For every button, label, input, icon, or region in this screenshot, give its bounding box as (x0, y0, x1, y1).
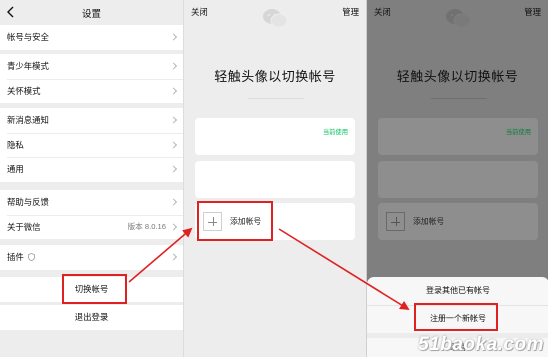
settings-item-privacy[interactable]: 隐私 (0, 132, 183, 158)
settings-item-care-mode[interactable]: 关怀模式 (0, 78, 183, 104)
highlight-register-new (414, 303, 498, 331)
close-button[interactable]: 关闭 (374, 6, 391, 18)
login-existing-account-option[interactable]: 登录其他已有帐号 (367, 277, 548, 305)
settings-group-account: 帐号与安全 (0, 25, 183, 50)
chevron-right-icon (169, 62, 178, 70)
settings-item-label: 青少年模式 (7, 61, 49, 72)
chevron-right-icon (169, 33, 178, 41)
highlight-add-account (197, 201, 273, 241)
settings-item-help-feedback[interactable]: 帮助与反馈 (0, 190, 183, 215)
chevron-right-icon (169, 87, 178, 95)
wechat-logo-icon (263, 9, 288, 28)
settings-item-general[interactable]: 通用 (0, 157, 183, 182)
highlight-switch-account (62, 274, 127, 304)
shield-icon (27, 253, 35, 262)
settings-item-label: 帐号与安全 (7, 32, 49, 43)
settings-item-label: 关于微信 (7, 221, 41, 232)
manage-button[interactable]: 管理 (524, 6, 541, 18)
settings-item-label: 隐私 (7, 139, 24, 150)
close-button[interactable]: 关闭 (191, 6, 208, 18)
account-card-current[interactable]: 当前使用 (195, 118, 355, 155)
settings-item-teen-mode[interactable]: 青少年模式 (0, 54, 183, 79)
logout-button[interactable]: 退出登录 (0, 305, 183, 330)
chevron-right-icon (169, 198, 178, 206)
plus-icon (386, 212, 405, 231)
chevron-right-icon (169, 116, 178, 124)
settings-group-modes: 青少年模式 关怀模式 (0, 54, 183, 103)
divider (431, 98, 487, 99)
page-title: 设置 (81, 9, 101, 20)
chevron-right-icon (169, 223, 178, 231)
account-card[interactable] (378, 161, 538, 198)
current-use-badge: 当前使用 (322, 129, 348, 136)
settings-group-plugins: 插件 (0, 245, 183, 270)
account-card-current[interactable]: 当前使用 (378, 118, 538, 155)
settings-item-label: 通用 (7, 164, 24, 175)
settings-item-label: 新消息通知 (7, 115, 49, 126)
settings-item-about-wechat[interactable]: 关于微信 版本 8.0.16 (0, 214, 183, 240)
version-value: 版本 8.0.16 (127, 222, 166, 232)
switch-account-screen: 关闭 管理 轻触头像以切换帐号 当前使用 添加帐号 (183, 0, 366, 357)
current-use-badge: 当前使用 (505, 129, 531, 136)
settings-item-plugins[interactable]: 插件 (0, 245, 183, 270)
add-account-button[interactable]: 添加帐号 (378, 203, 538, 240)
chevron-right-icon (169, 141, 178, 149)
page-title: 轻触头像以切换帐号 (396, 69, 519, 84)
settings-item-account-security[interactable]: 帐号与安全 (0, 25, 183, 50)
chevron-right-icon (169, 253, 178, 261)
settings-item-notifications[interactable]: 新消息通知 (0, 108, 183, 133)
add-account-label: 添加帐号 (413, 217, 445, 226)
watermark: 51baoka.com (418, 334, 544, 355)
logout-label: 退出登录 (74, 312, 109, 322)
settings-item-label: 插件 (7, 252, 24, 263)
wechat-logo-icon (446, 9, 471, 28)
settings-group-about: 帮助与反馈 关于微信 版本 8.0.16 (0, 190, 183, 239)
page-title: 轻触头像以切换帐号 (214, 69, 336, 84)
settings-group-general: 新消息通知 隐私 通用 (0, 108, 183, 182)
divider (248, 98, 304, 99)
settings-item-label: 帮助与反馈 (7, 197, 49, 208)
chevron-right-icon (169, 165, 178, 173)
manage-button[interactable]: 管理 (342, 6, 359, 18)
account-card[interactable] (195, 161, 355, 198)
settings-item-label: 关怀模式 (7, 85, 41, 96)
